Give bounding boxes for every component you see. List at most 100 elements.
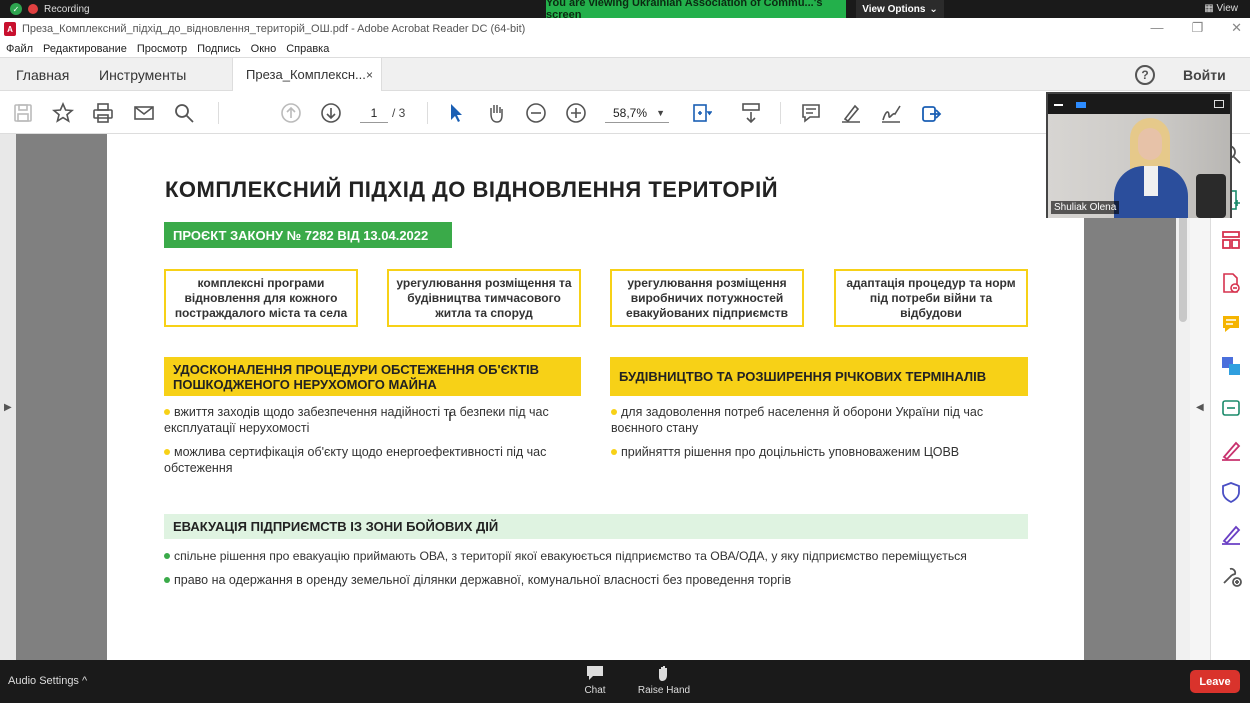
- view-options-label: View Options: [862, 3, 926, 15]
- tab-tools[interactable]: Инструменты: [99, 58, 186, 91]
- audio-settings-button[interactable]: Audio Settings ^: [8, 675, 87, 687]
- fit-page-icon[interactable]: [690, 102, 712, 124]
- window-titlebar: A Преза_Комплексний_підхід_до_відновленн…: [0, 18, 1250, 40]
- chevron-down-icon: ▼: [656, 108, 665, 118]
- person-shirt: [1144, 166, 1158, 196]
- info-box-2: урегулювання розміщення та будівництва т…: [387, 269, 581, 327]
- page-down-icon[interactable]: [320, 102, 342, 124]
- window-title: Преза_Комплексний_підхід_до_відновлення_…: [22, 23, 526, 35]
- menu-edit[interactable]: Редактирование: [43, 43, 127, 55]
- toolbar-divider: [780, 102, 781, 124]
- restore-icon[interactable]: ❐: [1191, 20, 1203, 36]
- section-survey-title: УДОСКОНАЛЕННЯ ПРОЦЕДУРИ ОБСТЕЖЕННЯ ОБ'ЄК…: [164, 357, 581, 396]
- pdf-page: КОМПЛЕКСНИЙ ПІДХІД ДО ВІДНОВЛЕННЯ ТЕРИТО…: [107, 134, 1084, 660]
- collapse-right-icon[interactable]: ◀: [1196, 402, 1204, 413]
- view-options-button[interactable]: View Options ⌄: [856, 0, 944, 18]
- organize-pages-icon[interactable]: [1219, 228, 1243, 252]
- raise-hand-button[interactable]: Raise Hand: [634, 665, 694, 696]
- print-icon[interactable]: [92, 102, 114, 124]
- chat-button[interactable]: Chat: [565, 665, 625, 696]
- expand-left-icon[interactable]: ▶: [4, 402, 12, 413]
- zoom-level-value: 58,7%: [613, 106, 648, 120]
- raise-hand-label: Raise Hand: [637, 685, 691, 696]
- tab-document-label: Преза_Комплексн...: [246, 67, 366, 82]
- comment-icon[interactable]: [1219, 312, 1243, 336]
- chair: [1196, 174, 1226, 218]
- protect-icon[interactable]: [1219, 480, 1243, 504]
- mail-icon[interactable]: [133, 102, 155, 124]
- comment-icon[interactable]: [800, 102, 822, 124]
- page-total: / 3: [392, 106, 406, 120]
- hand-icon[interactable]: [485, 102, 507, 124]
- toolbar-divider: [427, 102, 428, 124]
- participant-video[interactable]: Shuliak Olena: [1046, 92, 1232, 218]
- video-layout-icon[interactable]: [1076, 102, 1086, 108]
- zoom-level-select[interactable]: 58,7% ▼: [605, 103, 669, 123]
- video-toolbar: [1048, 94, 1230, 114]
- menu-view[interactable]: Просмотр: [137, 43, 187, 55]
- recording-label: Recording: [44, 3, 90, 15]
- bullet-icon: [164, 576, 170, 583]
- minimize-video-icon[interactable]: [1054, 104, 1063, 106]
- chat-label: Chat: [584, 685, 606, 696]
- hand-icon: [659, 666, 667, 681]
- menu-file[interactable]: Файл: [6, 43, 33, 55]
- menu-window[interactable]: Окно: [251, 43, 277, 55]
- tab-document[interactable]: Преза_Комплексн... ×: [232, 58, 382, 91]
- toolbar-divider: [218, 102, 219, 124]
- fill-sign-icon[interactable]: [1219, 438, 1243, 462]
- highlight-icon[interactable]: [840, 102, 862, 124]
- combine-files-icon[interactable]: [1219, 354, 1243, 378]
- participant-name: Shuliak Olena: [1051, 201, 1120, 214]
- chevron-down-icon: ⌄: [929, 3, 938, 15]
- chevron-up-icon: ^: [82, 675, 88, 687]
- search-icon[interactable]: [173, 102, 195, 124]
- screen: ✓ Recording You are viewing Ukrainian As…: [0, 0, 1250, 703]
- view-button[interactable]: ▦ View: [1204, 3, 1238, 14]
- sign-icon[interactable]: [880, 102, 902, 124]
- view-label: View: [1216, 3, 1239, 14]
- zoom-out-icon[interactable]: [525, 102, 547, 124]
- star-icon[interactable]: [52, 102, 74, 124]
- menu-help[interactable]: Справка: [286, 43, 329, 55]
- page-up-icon[interactable]: [280, 102, 302, 124]
- zoom-in-icon[interactable]: [565, 102, 587, 124]
- minimize-icon[interactable]: —: [1150, 20, 1163, 36]
- share-icon[interactable]: [920, 102, 942, 124]
- left-panel: ▶: [0, 134, 16, 660]
- person-face: [1138, 128, 1162, 160]
- acrobat-icon: A: [4, 22, 16, 36]
- list-item: право на одержання в оренду земельної ді…: [164, 572, 1044, 588]
- help-icon[interactable]: ?: [1135, 65, 1155, 85]
- menu-sign[interactable]: Подпись: [197, 43, 241, 55]
- info-box-4: адаптація процедур та норм під потреби в…: [834, 269, 1028, 327]
- close-icon[interactable]: ✕: [1231, 20, 1242, 36]
- save-icon[interactable]: [12, 102, 34, 124]
- request-signature-icon[interactable]: [1219, 522, 1243, 546]
- window-controls: — ❐ ✕: [1150, 20, 1242, 36]
- shield-icon: ✓: [10, 3, 22, 15]
- close-tab-icon[interactable]: ×: [366, 68, 373, 82]
- tab-bar: Главная Инструменты Преза_Комплексн... ×…: [0, 57, 1250, 91]
- login-button[interactable]: Войти: [1183, 67, 1226, 83]
- info-box-3: урегулювання розміщення виробничих потуж…: [610, 269, 804, 327]
- menu-bar: Файл Редактирование Просмотр Подпись Окн…: [0, 40, 1250, 57]
- more-tools-icon[interactable]: [1219, 564, 1243, 588]
- leave-button[interactable]: Leave: [1190, 670, 1240, 693]
- tab-home[interactable]: Главная: [16, 58, 69, 91]
- export-pdf-icon[interactable]: [1219, 271, 1243, 295]
- text-cursor-icon: I: [448, 408, 452, 424]
- bullet-icon: [611, 408, 617, 415]
- bullet-icon: [164, 408, 170, 415]
- list-item: вжиття заходів щодо забезпечення надійно…: [164, 405, 549, 435]
- select-icon[interactable]: [445, 102, 467, 124]
- expand-video-icon[interactable]: [1214, 100, 1224, 108]
- list-item: для задоволення потреб населення й оборо…: [611, 405, 984, 435]
- scroll-mode-icon[interactable]: [740, 102, 762, 124]
- list-item: можлива сертифікація об'єкту щодо енерго…: [164, 445, 547, 475]
- scan-icon[interactable]: [1219, 396, 1243, 420]
- bullet-icon: [164, 448, 170, 455]
- grid-icon: ▦: [1204, 3, 1217, 14]
- recording-indicator: ✓ Recording: [10, 2, 90, 16]
- page-number-input[interactable]: 1: [360, 103, 388, 123]
